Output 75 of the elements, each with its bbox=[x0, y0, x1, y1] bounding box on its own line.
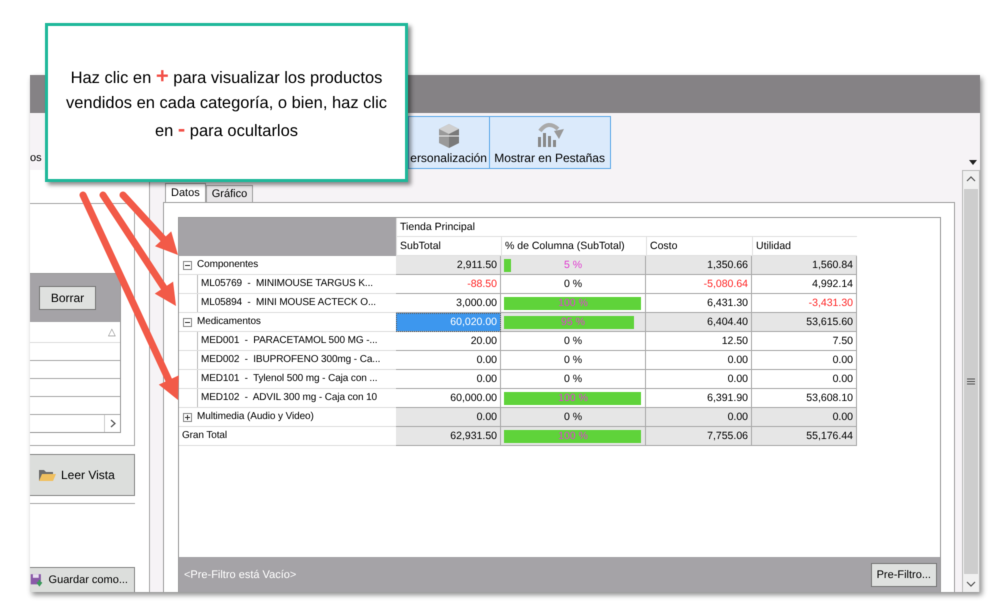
subtotal-cell: 62,931.50 bbox=[396, 427, 501, 446]
column-header[interactable]: SubTotal bbox=[396, 237, 501, 256]
cost-cell: -5,080.64 bbox=[646, 275, 752, 294]
column-header[interactable]: Utilidad bbox=[752, 237, 857, 256]
product-label: MED001 - PARACETAMOL 500 MG -... bbox=[200, 334, 378, 348]
subtotal-cell: 2,911.50 bbox=[396, 256, 501, 275]
profit-cell: 1,560.84 bbox=[752, 256, 857, 275]
percent-cell: 0 % bbox=[501, 275, 646, 294]
product-label: MED102 - ADVIL 300 mg - Caja con 10 bbox=[200, 391, 378, 405]
toolbar-button[interactable]: ersonalización bbox=[408, 116, 489, 169]
folder-icon bbox=[38, 468, 56, 482]
clear-button[interactable]: Borrar bbox=[39, 286, 96, 310]
category-label: Componentes bbox=[197, 258, 258, 272]
cost-cell: 6,391.90 bbox=[646, 389, 752, 408]
expand-icon[interactable] bbox=[183, 412, 192, 422]
category-label: Multimedia (Audio y Video) bbox=[197, 410, 314, 424]
percent-cell: 0 % bbox=[501, 408, 646, 427]
profit-cell: 0.00 bbox=[752, 408, 857, 427]
product-label: MED002 - IBUPROFENO 300mg - Ca... bbox=[200, 353, 380, 367]
percent-cell: 0 % bbox=[501, 351, 646, 370]
cost-cell: 0.00 bbox=[646, 351, 752, 370]
cost-cell: 12.50 bbox=[646, 332, 752, 351]
subtotal-cell: 60,000.00 bbox=[396, 389, 501, 408]
product-label: MED101 - Tylenol 500 mg - Caja con ... bbox=[200, 372, 378, 386]
percent-cell: 0 % bbox=[501, 332, 646, 351]
subtotal-cell: 3,000.00 bbox=[396, 294, 501, 313]
scrollbar[interactable] bbox=[962, 170, 980, 592]
percent-cell: 100 % bbox=[501, 294, 646, 313]
profit-cell: 55,176.44 bbox=[752, 427, 857, 446]
profit-cell: 7.50 bbox=[752, 332, 857, 351]
profit-cell: 53,615.60 bbox=[752, 313, 857, 332]
percent-cell: 100 % bbox=[501, 389, 646, 408]
cost-cell: 1,350.66 bbox=[646, 256, 752, 275]
save-as-button[interactable]: Guardar como... bbox=[30, 567, 135, 592]
cost-cell: 7,755.06 bbox=[646, 427, 752, 446]
collapse-icon[interactable] bbox=[183, 318, 192, 326]
column-header[interactable]: % de Columna (SubTotal) bbox=[501, 237, 646, 256]
cost-cell: 6,404.40 bbox=[646, 313, 752, 332]
category-label: Medicamentos bbox=[197, 315, 261, 329]
product-label: ML05894 - MINI MOUSE ACTECK O... bbox=[200, 296, 376, 310]
load-view-button[interactable]: Leer Vista bbox=[30, 454, 135, 496]
cost-cell: 0.00 bbox=[646, 370, 752, 389]
profit-cell: 0.00 bbox=[752, 351, 857, 370]
percent-cell: 5 % bbox=[501, 256, 646, 275]
subtotal-cell: 20.00 bbox=[396, 332, 501, 351]
toolbar-label: os bbox=[30, 152, 42, 164]
sort-indicator[interactable]: △ bbox=[108, 326, 116, 338]
profit-cell: -3,431.30 bbox=[752, 294, 857, 313]
grip-icon[interactable] bbox=[967, 378, 975, 385]
subtotal-cell: 60,020.00 bbox=[396, 313, 501, 332]
tab[interactable]: Gráfico bbox=[206, 185, 254, 202]
collapse-icon[interactable] bbox=[183, 260, 192, 270]
profit-cell: 53,608.10 bbox=[752, 389, 857, 408]
product-label: ML05769 - MINIMOUSE TARGUS K... bbox=[200, 277, 373, 291]
total-label: Gran Total bbox=[181, 429, 227, 443]
pre-filter-button[interactable]: Pre-Filtro... bbox=[870, 562, 937, 586]
cost-cell: 0.00 bbox=[646, 408, 752, 427]
column-group-header: Tienda Principal bbox=[396, 218, 857, 237]
profit-cell: 0.00 bbox=[752, 370, 857, 389]
subtotal-cell: 0.00 bbox=[396, 370, 501, 389]
callout-text: Haz clic en + para visualizar los productos vendidos en cada categoría, o bien, haz clic en - para ocultarlos bbox=[66, 69, 388, 140]
cost-cell: 6,431.30 bbox=[646, 294, 752, 313]
dropdown-icon[interactable] bbox=[969, 160, 977, 165]
filter-status: <Pre-Filtro está Vacío> bbox=[184, 568, 296, 580]
subtotal-cell: -88.50 bbox=[396, 275, 501, 294]
subtotal-cell: 0.00 bbox=[396, 351, 501, 370]
toolbar-button[interactable]: Mostrar en Pestañas bbox=[488, 116, 611, 169]
tab[interactable]: Datos bbox=[165, 183, 206, 202]
percent-cell: 95 % bbox=[501, 313, 646, 332]
subtotal-cell: 0.00 bbox=[396, 408, 501, 427]
percent-cell: 100 % bbox=[501, 427, 646, 446]
floppy-icon bbox=[30, 571, 45, 589]
percent-cell: 0 % bbox=[501, 370, 646, 389]
column-header[interactable]: Costo bbox=[646, 237, 752, 256]
profit-cell: 4,992.14 bbox=[752, 275, 857, 294]
